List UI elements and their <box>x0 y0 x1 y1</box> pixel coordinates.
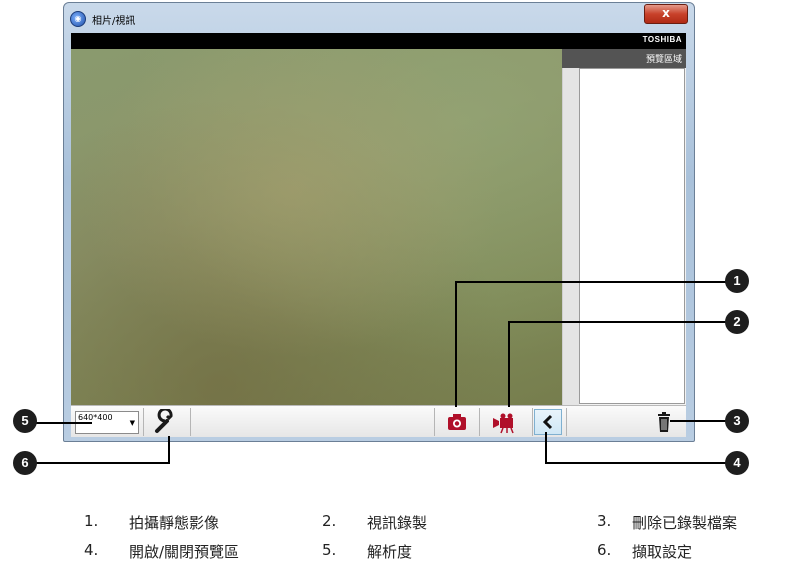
trash-icon <box>658 412 670 432</box>
dropdown-arrow-icon: ▼ <box>129 419 135 427</box>
callout-line-2 <box>508 321 726 323</box>
callout-line-1 <box>455 281 726 283</box>
callout-badge-5: 5 <box>13 409 37 433</box>
toggle-preview-button[interactable] <box>534 409 562 435</box>
callout-line-3 <box>670 420 726 422</box>
toolbar-divider <box>566 408 567 436</box>
callout-badge-3: 3 <box>725 409 749 433</box>
window-title: 相片/視訊 <box>92 16 136 27</box>
callout-line-5 <box>36 422 92 424</box>
legend-label: 刪除已錄製檔案 <box>632 514 738 532</box>
brand-bar: TOSHIBA <box>71 33 686 49</box>
callout-line-4 <box>545 432 547 463</box>
legend-number: 6. <box>597 541 612 559</box>
preview-area[interactable] <box>579 68 685 404</box>
take-photo-button[interactable] <box>439 409 475 435</box>
camera-icon <box>448 414 466 430</box>
toolbar-divider <box>479 408 480 436</box>
callout-line-6 <box>36 462 170 464</box>
legend-label: 視訊錄製 <box>367 514 428 532</box>
toolbar: 640*400 ▼ <box>71 405 686 437</box>
resolution-value: 640*400 <box>78 413 113 422</box>
toolbar-divider <box>532 408 533 436</box>
app-window: ◉ 相片/視訊 x TOSHIBA 預覽區域 640*400 ▼ <box>63 2 695 442</box>
title-bar[interactable]: ◉ 相片/視訊 x <box>64 3 694 33</box>
callout-line-6 <box>168 436 170 463</box>
preview-scrollbar[interactable] <box>562 68 579 405</box>
legend-number: 3. <box>597 512 612 530</box>
app-icon: ◉ <box>70 11 86 27</box>
callout-line-2 <box>508 321 510 407</box>
camera-preview <box>71 49 562 405</box>
record-video-button[interactable] <box>484 409 528 435</box>
toolbar-divider <box>190 408 191 436</box>
close-button[interactable]: x <box>644 4 688 24</box>
callout-badge-1: 1 <box>725 269 749 293</box>
legend-label: 拍攝靜態影像 <box>129 514 220 532</box>
client-area: TOSHIBA 預覽區域 640*400 ▼ <box>71 33 686 437</box>
delete-button[interactable] <box>651 409 677 435</box>
legend-number: 4. <box>84 541 99 559</box>
legend-label: 開啟/關閉預覽區 <box>129 543 240 561</box>
legend-label: 解析度 <box>367 543 413 561</box>
video-camera-icon <box>493 413 514 434</box>
callout-line-1 <box>455 281 457 407</box>
legend-number: 1. <box>84 512 99 530</box>
legend-label: 擷取設定 <box>632 543 693 561</box>
legend-number: 2. <box>322 512 337 530</box>
preview-area-title: 預覽區域 <box>645 55 682 65</box>
callout-badge-6: 6 <box>13 451 37 475</box>
wrench-icon <box>155 407 173 433</box>
preview-area-header: 預覽區域 <box>562 49 686 68</box>
chevron-left-icon <box>542 414 553 430</box>
callout-badge-4: 4 <box>725 451 749 475</box>
toolbar-divider <box>434 408 435 436</box>
callout-badge-2: 2 <box>725 310 749 334</box>
callout-line-4 <box>545 462 726 464</box>
legend-number: 5. <box>322 541 337 559</box>
toolbar-divider <box>143 408 144 436</box>
brand-logo: TOSHIBA <box>642 35 682 44</box>
capture-settings-button[interactable] <box>148 407 186 435</box>
